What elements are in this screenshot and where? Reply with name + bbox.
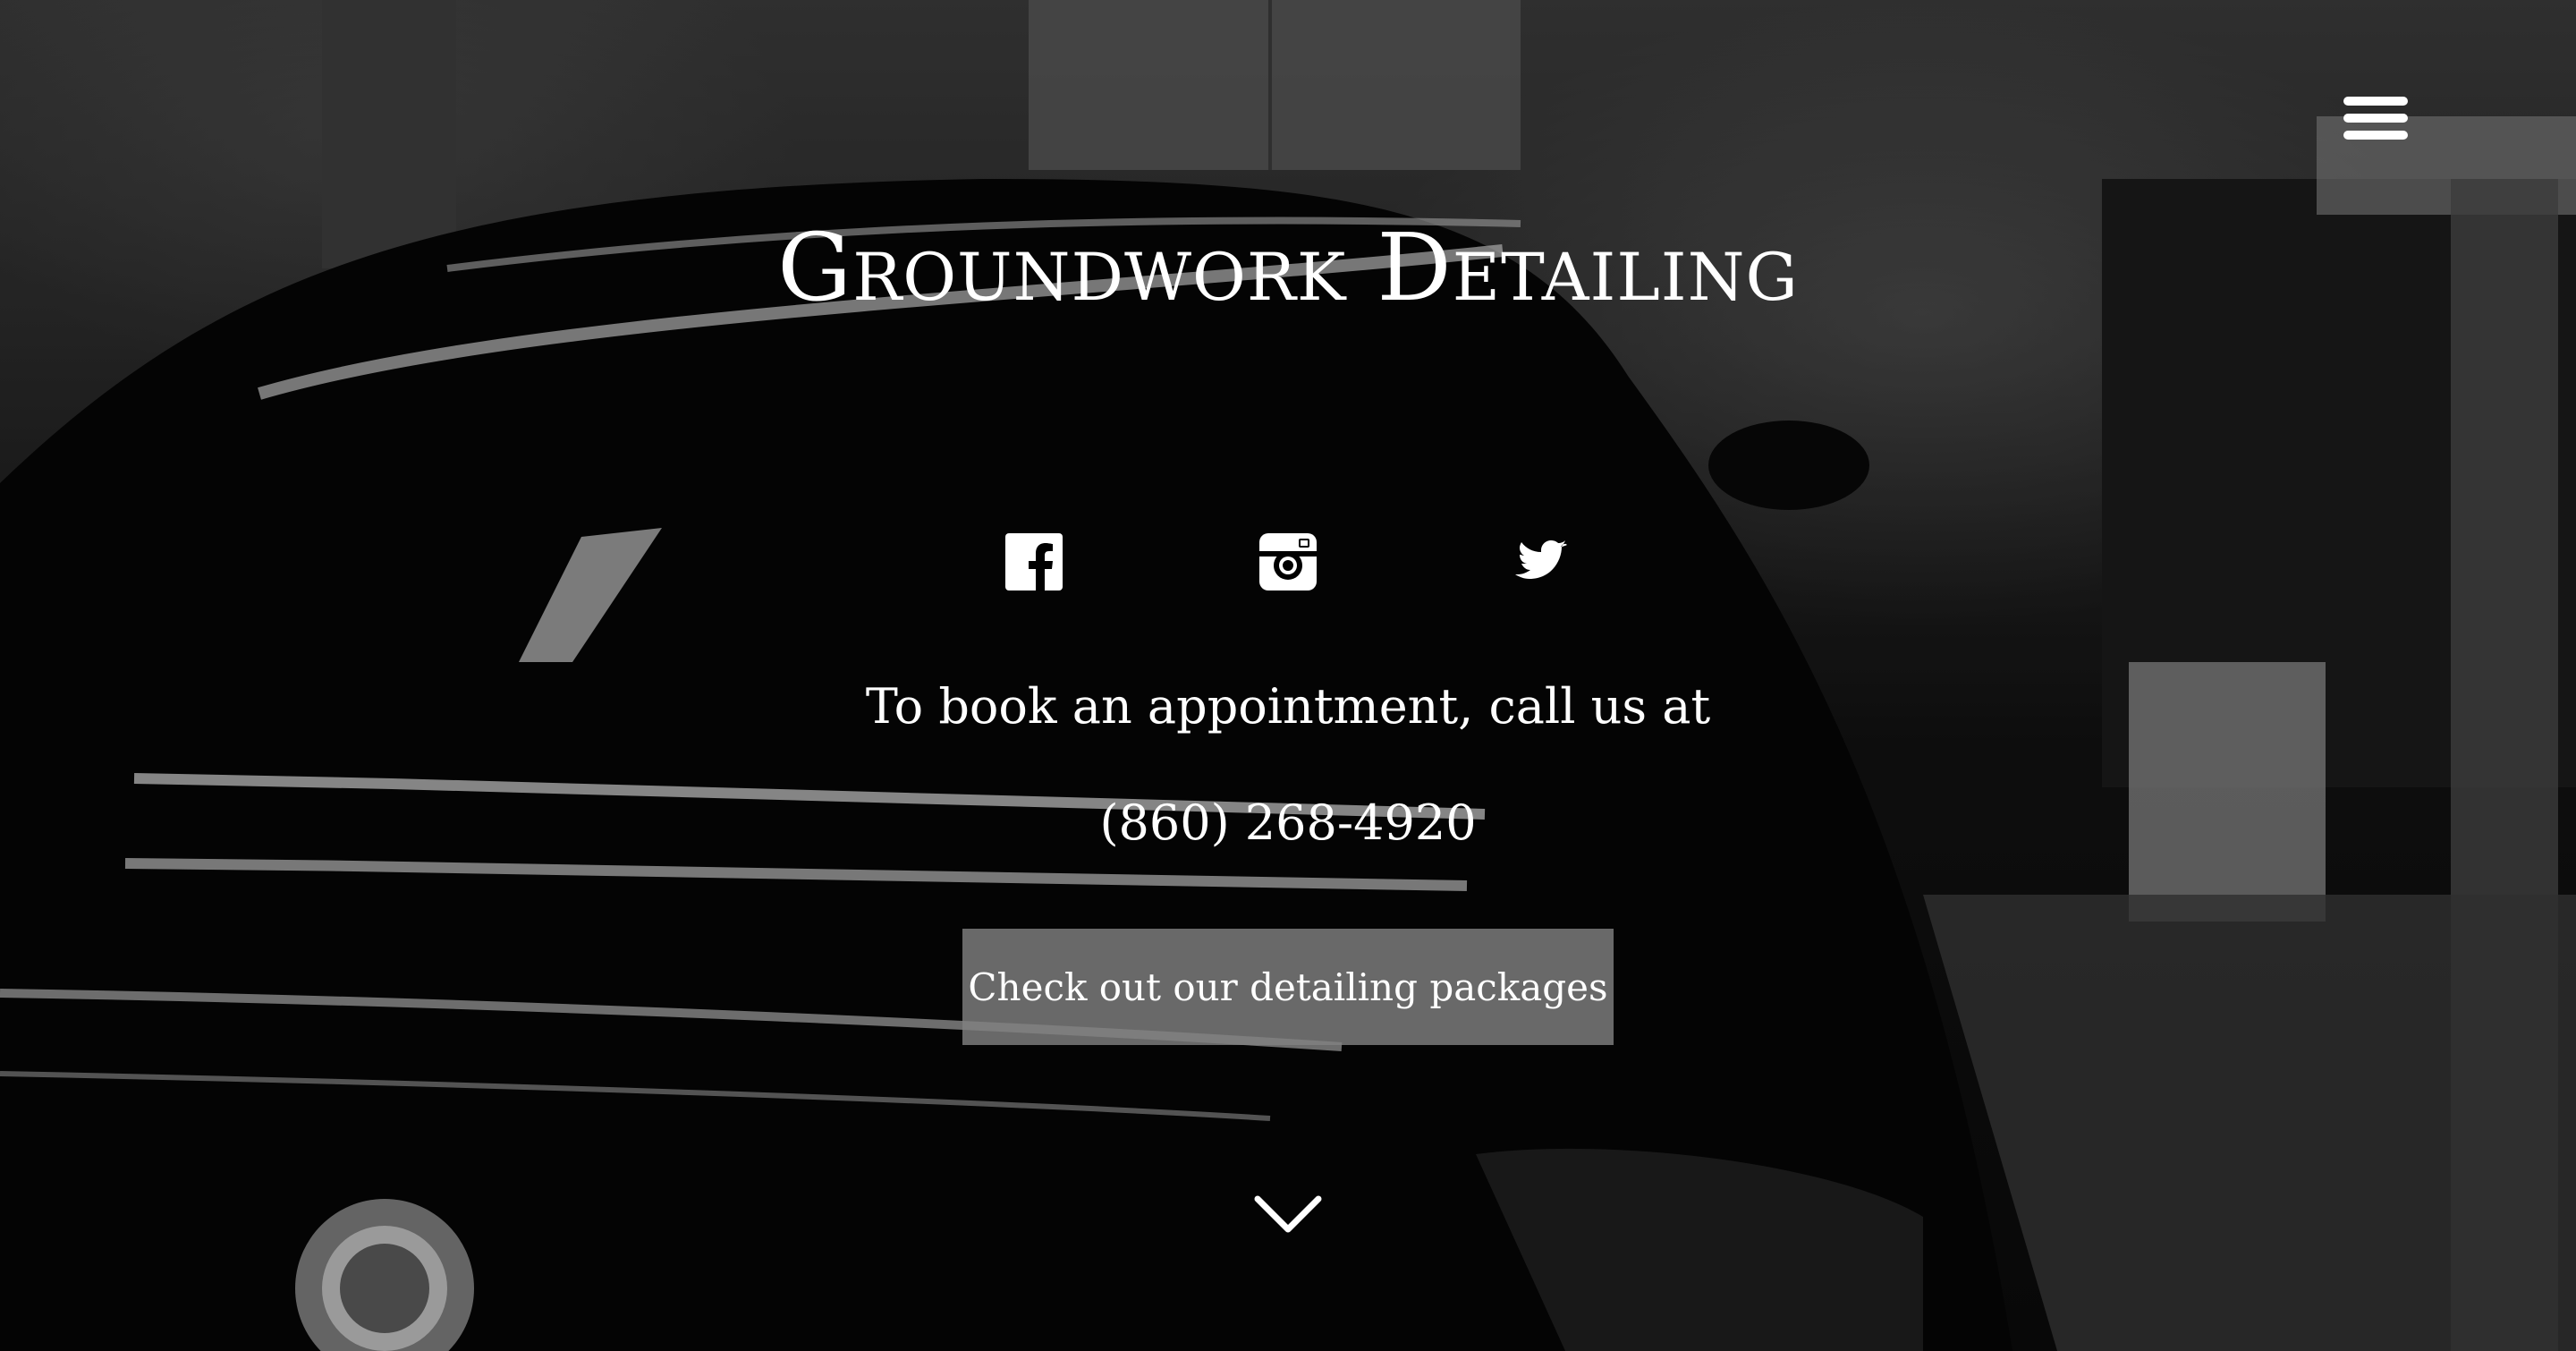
chevron-down-icon[interactable]: [1254, 1195, 1322, 1235]
menu-bar-bottom: [2343, 131, 2408, 140]
booking-text: To book an appointment, call us at: [865, 678, 1711, 735]
hamburger-menu-icon[interactable]: [2343, 97, 2408, 150]
detailing-packages-button[interactable]: Check out our detailing packages: [962, 929, 1614, 1045]
site-title: Groundwork Detailing: [777, 213, 1799, 322]
social-links: [1005, 533, 1578, 592]
twitter-icon[interactable]: [1512, 533, 1569, 591]
facebook-icon[interactable]: [1005, 533, 1063, 591]
instagram-icon[interactable]: [1259, 533, 1317, 591]
hero-section: Groundwork Detailing To book an appointm…: [0, 0, 2576, 1351]
menu-bar-top: [2343, 97, 2408, 106]
phone-link[interactable]: (860) 268-4920: [1099, 794, 1476, 851]
background-overlay: [0, 0, 2576, 1351]
phone-number[interactable]: (860) 268-4920: [0, 794, 2576, 851]
menu-bar-middle: [2343, 114, 2408, 123]
